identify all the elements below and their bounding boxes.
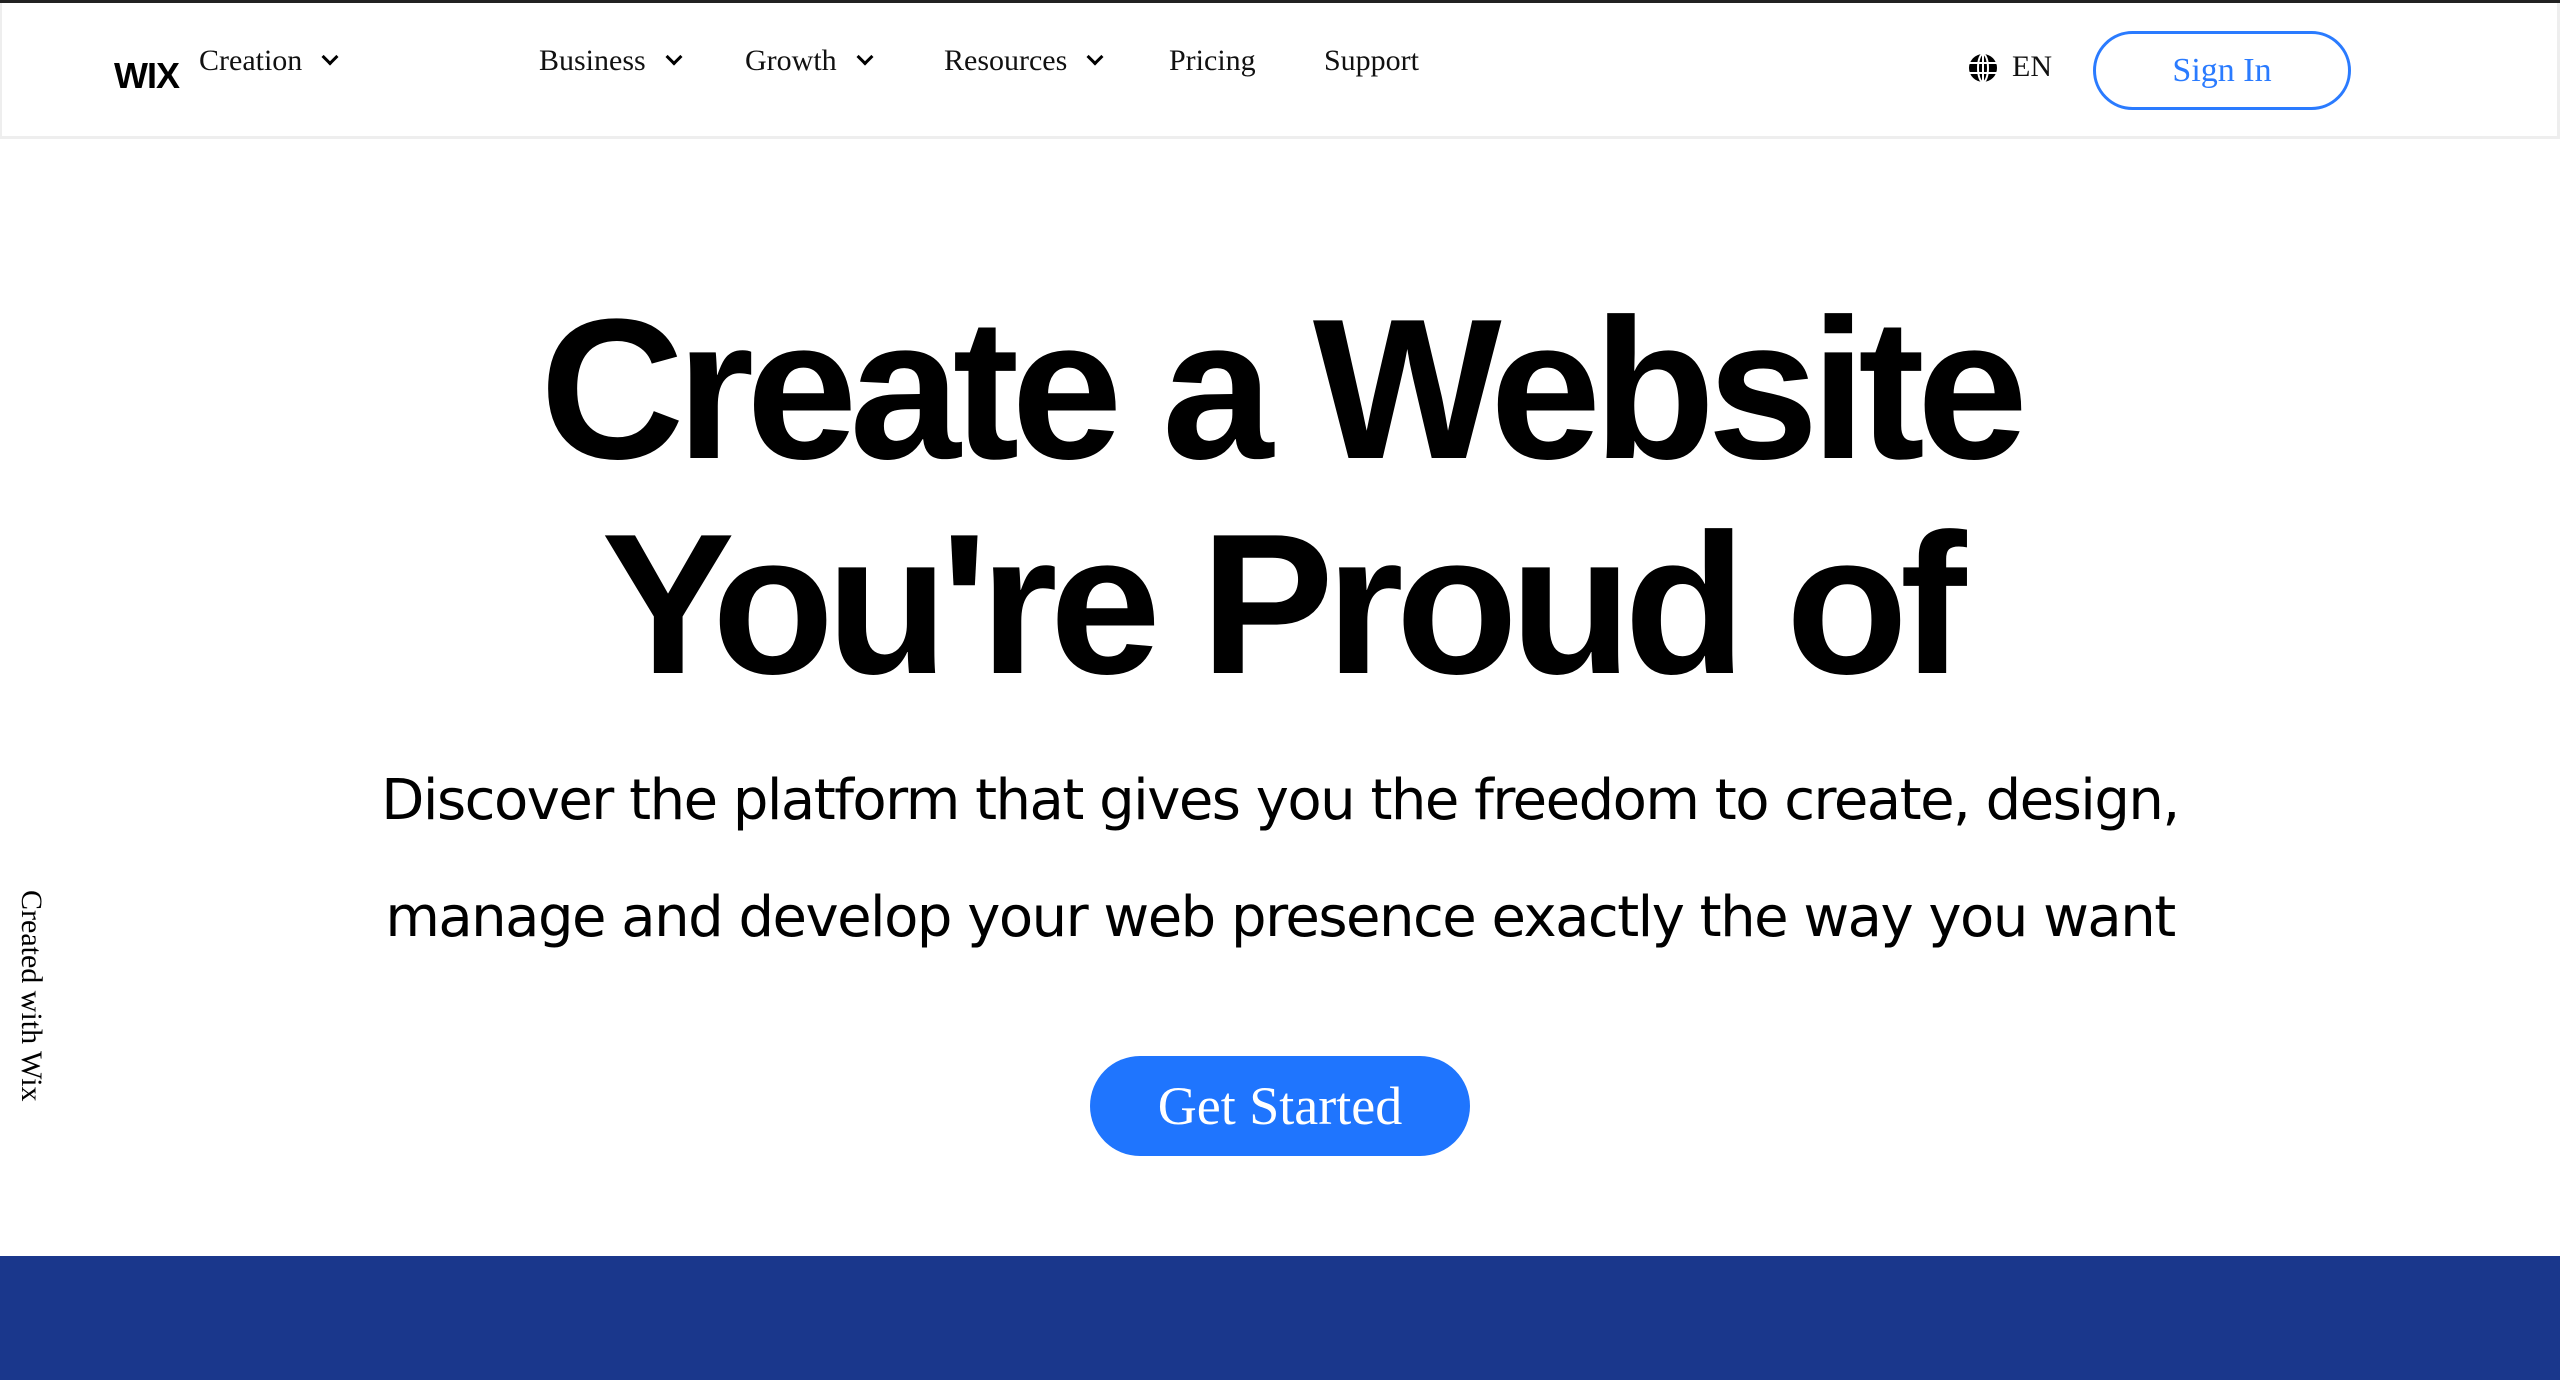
nav-label: Business: [539, 44, 646, 77]
nav-support[interactable]: Support: [1324, 44, 1419, 78]
nav-label: Pricing: [1169, 44, 1256, 77]
nav-pricing[interactable]: Pricing: [1169, 44, 1256, 78]
created-with-wix-label[interactable]: Created with Wix: [14, 890, 48, 1102]
nav-creation[interactable]: Creation: [199, 44, 339, 78]
chevron-down-icon: [665, 48, 683, 66]
hero-subtitle-line-1: Discover the platform that gives you the…: [381, 768, 2180, 833]
hero-subtitle-line-2: manage and develop your web presence exa…: [385, 885, 2176, 950]
sign-in-button[interactable]: Sign In: [2093, 31, 2351, 110]
hero-title-line-2: You're Proud of: [601, 493, 1966, 716]
globe-icon[interactable]: [1968, 53, 1998, 83]
nav-resources[interactable]: Resources: [944, 44, 1104, 78]
nav-label: Growth: [745, 44, 837, 77]
nav-label: Resources: [944, 44, 1068, 77]
chevron-down-icon: [1086, 48, 1104, 66]
nav-growth[interactable]: Growth: [745, 44, 874, 78]
chevron-down-icon: [856, 48, 874, 66]
hero-title-line-1: Create a Website: [539, 278, 2028, 501]
nav-business[interactable]: Business: [539, 44, 683, 78]
nav-label: Creation: [199, 44, 303, 77]
blue-section-band: [0, 1256, 2560, 1380]
nav-label: Support: [1324, 44, 1420, 77]
wix-logo[interactable]: WIX: [114, 55, 180, 97]
get-started-button[interactable]: Get Started: [1090, 1056, 1470, 1156]
language-selector[interactable]: EN: [2012, 50, 2052, 84]
chevron-down-icon: [321, 48, 339, 66]
